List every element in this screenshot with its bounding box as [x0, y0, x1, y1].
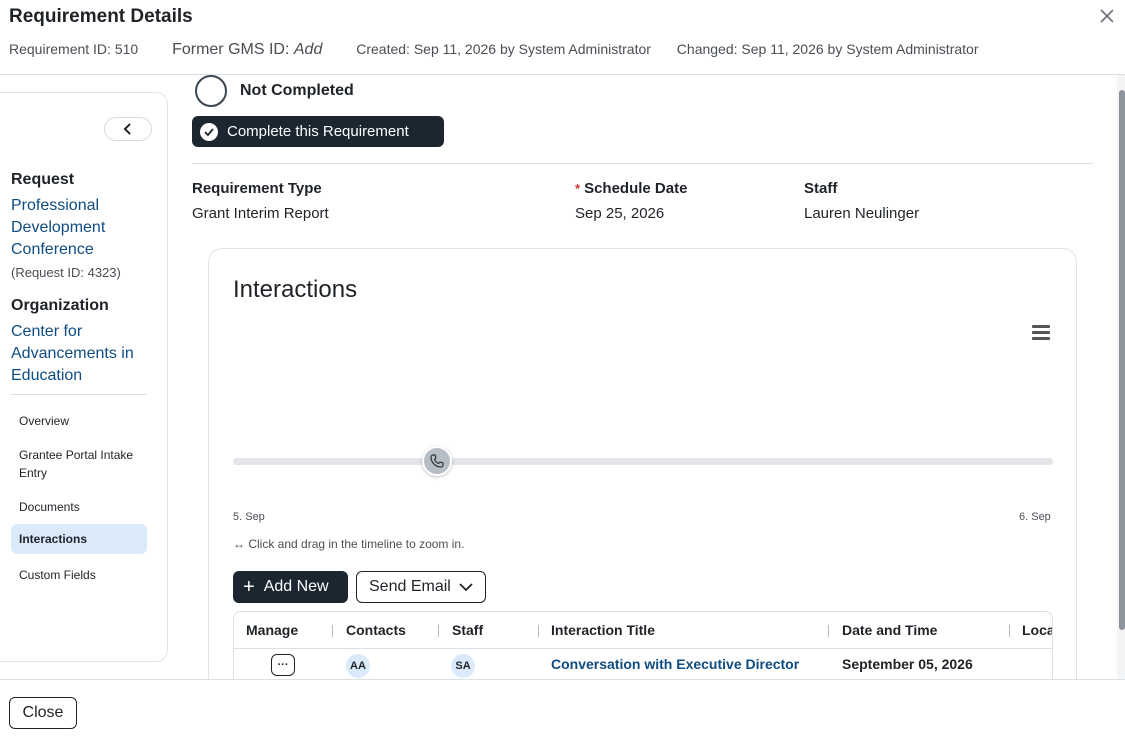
requirement-id: Requirement ID: 510 — [9, 41, 139, 57]
timeline-tick-end: 6. Sep — [1019, 511, 1051, 523]
send-email-button[interactable]: Send Email — [356, 571, 486, 603]
close-icon[interactable] — [1096, 5, 1118, 27]
staff-label: Staff — [804, 180, 838, 197]
requirement-type-value: Grant Interim Report — [192, 205, 329, 222]
created-info: Created: Sep 11, 2026 by System Administ… — [356, 41, 651, 57]
schedule-date-label: Schedule Date — [584, 180, 688, 197]
required-star-icon: * — [575, 181, 581, 196]
sidebar-divider — [11, 394, 147, 395]
former-gms-id: Former GMS ID: Add — [172, 41, 322, 59]
status-circle-icon — [195, 75, 227, 107]
add-new-button[interactable]: + Add New — [233, 571, 348, 603]
interaction-title-link[interactable]: Conversation with Executive Director — [551, 656, 799, 672]
interactions-title: Interactions — [233, 276, 358, 303]
former-gms-add-link[interactable]: Add — [294, 41, 322, 58]
table-header-divider — [234, 648, 1052, 649]
sidebar: Request Professional Development Confere… — [0, 92, 168, 662]
column-header-date-time[interactable]: Date and Time — [842, 622, 937, 638]
modal-footer: Close — [0, 679, 1125, 738]
sidebar-item-overview[interactable]: Overview — [11, 406, 147, 436]
scrollbar-thumb[interactable] — [1119, 90, 1125, 630]
chevron-left-icon — [123, 123, 131, 135]
chevron-down-icon — [459, 582, 473, 591]
complete-requirement-button[interactable]: Complete this Requirement — [192, 116, 444, 147]
column-header-location[interactable]: Loca — [1022, 622, 1052, 638]
plus-icon: + — [243, 576, 255, 598]
column-header-staff[interactable]: Staff — [452, 622, 483, 638]
sidebar-item-interactions[interactable]: Interactions — [11, 524, 147, 554]
column-resize-handle[interactable] — [538, 625, 539, 637]
contact-avatar[interactable]: AA — [346, 654, 370, 678]
close-button[interactable]: Close — [9, 697, 77, 729]
phone-call-marker-icon[interactable] — [422, 446, 452, 476]
requirement-type-label: Requirement Type — [192, 180, 322, 197]
sidebar-item-documents[interactable]: Documents — [11, 492, 147, 522]
timeline-track[interactable] — [233, 458, 1053, 465]
interaction-date: September 05, 2026 — [842, 656, 973, 672]
meta-row: Requirement ID: 510 Former GMS ID: Add C… — [9, 41, 979, 59]
staff-avatar[interactable]: SA — [451, 654, 475, 678]
column-header-contacts[interactable]: Contacts — [346, 622, 406, 638]
check-circle-icon — [200, 122, 218, 141]
column-header-interaction-title[interactable]: Interaction Title — [551, 622, 655, 638]
organization-label: Organization — [11, 297, 109, 314]
organization-name-link[interactable]: Center for Advancements in Education — [11, 321, 151, 387]
request-label: Request — [11, 171, 75, 188]
add-new-label: Add New — [263, 578, 329, 595]
row-manage-button[interactable]: ··· — [271, 654, 295, 676]
status-text: Not Completed — [240, 82, 354, 99]
interactions-card: Interactions 5. Sep 6. Sep ↔ Click and d… — [208, 248, 1077, 708]
staff-value: Lauren Neulinger — [804, 205, 920, 222]
modal-header: Requirement Details Requirement ID: 510 … — [0, 0, 1125, 75]
collapse-sidebar-button[interactable] — [104, 117, 152, 141]
main-divider — [192, 163, 1093, 164]
column-header-manage[interactable]: Manage — [246, 622, 298, 638]
sidebar-item-grantee-portal-intake-entry[interactable]: Grantee Portal Intake Entry — [11, 440, 147, 488]
former-gms-label: Former GMS ID: — [172, 41, 290, 58]
complete-requirement-label: Complete this Requirement — [227, 123, 409, 140]
modal-title: Requirement Details — [9, 6, 193, 27]
changed-info: Changed: Sep 11, 2026 by System Administ… — [676, 41, 979, 57]
timeline-tick-start: 5. Sep — [233, 511, 265, 523]
schedule-date-value: Sep 25, 2026 — [575, 205, 665, 222]
schedule-date-label-group: * Schedule Date — [575, 180, 687, 197]
zoom-hint: ↔ Click and drag in the timeline to zoom… — [233, 537, 465, 551]
sidebar-item-custom-fields[interactable]: Custom Fields — [11, 560, 147, 590]
request-id: (Request ID: 4323) — [11, 265, 121, 280]
request-name-link[interactable]: Professional Development Conference — [11, 195, 151, 261]
send-email-label: Send Email — [369, 578, 451, 595]
column-resize-handle[interactable] — [332, 625, 333, 637]
column-resize-handle[interactable] — [438, 625, 439, 637]
column-resize-handle[interactable] — [828, 625, 829, 637]
chart-menu-icon[interactable] — [1032, 325, 1050, 341]
column-resize-handle[interactable] — [1009, 625, 1010, 637]
